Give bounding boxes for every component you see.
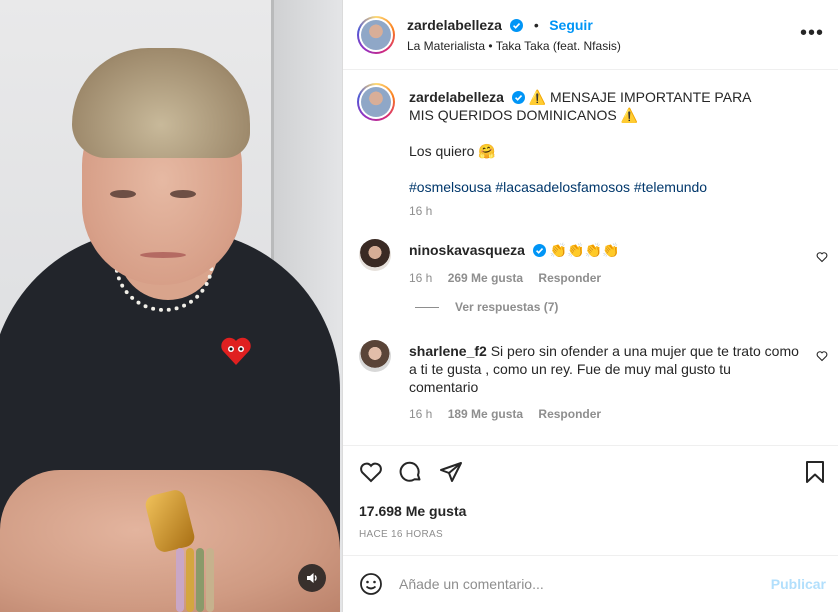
comment-timestamp[interactable]: 16 h (409, 407, 432, 421)
person-eye-left (110, 190, 136, 198)
caption-timestamp[interactable]: 16 h (409, 204, 769, 218)
publish-comment-button[interactable]: Publicar (771, 576, 826, 592)
more-options-button[interactable]: ••• (800, 23, 824, 43)
comment-likes-count[interactable]: 269 Me gusta (448, 271, 523, 285)
likes-count[interactable]: 17.698 Me gusta (359, 503, 466, 519)
reply-button[interactable]: Responder (538, 271, 601, 285)
add-comment-bar: Publicar (343, 555, 838, 612)
comments-section: zardelabelleza ⚠️ MENSAJE IMPORTANTE PAR… (343, 71, 838, 445)
save-bookmark-icon[interactable] (804, 460, 826, 484)
reply-button[interactable]: Responder (538, 407, 601, 421)
comment-input[interactable] (399, 573, 759, 595)
person-mouth (140, 252, 186, 258)
share-paper-plane-icon[interactable] (439, 460, 463, 484)
header-separator: • (533, 17, 539, 33)
caption-username[interactable]: zardelabelleza (409, 89, 504, 105)
verified-badge-icon (510, 19, 524, 32)
comment-bubble-icon[interactable] (399, 460, 423, 484)
commenter-avatar[interactable] (359, 340, 391, 372)
post-header: zardelabelleza • Seguir La Materialista … (343, 0, 838, 70)
verified-badge-icon (532, 244, 546, 257)
follow-button[interactable]: Seguir (549, 17, 593, 33)
person-eye-right (170, 190, 196, 198)
like-comment-heart-icon[interactable] (816, 251, 828, 263)
post-actions: 17.698 Me gusta HACE 16 HORAS (343, 445, 838, 555)
like-comment-heart-icon[interactable] (816, 350, 828, 362)
comment-likes-count[interactable]: 189 Me gusta (448, 407, 523, 421)
post-details-panel: zardelabelleza • Seguir La Materialista … (343, 0, 838, 612)
author-username[interactable]: zardelabelleza (407, 17, 502, 33)
view-replies-label: Ver respuestas (7) (455, 300, 559, 314)
audio-track-link[interactable]: La Materialista • Taka Taka (feat. Nfasi… (407, 39, 621, 53)
hashtag-link[interactable]: #osmelsousa (409, 179, 492, 195)
commenter-avatar[interactable] (359, 239, 391, 271)
author-avatar[interactable] (357, 16, 395, 54)
comment-item: sharlene_f2 Si pero sin ofender a una mu… (409, 342, 799, 421)
verified-badge-icon (511, 91, 525, 104)
comment-text: 👏👏👏👏 (549, 242, 620, 258)
caption: zardelabelleza ⚠️ MENSAJE IMPORTANTE PAR… (409, 88, 769, 218)
hashtag-link[interactable]: #telemundo (634, 179, 707, 195)
post-video[interactable] (0, 0, 342, 612)
caption-author-avatar[interactable] (357, 83, 395, 121)
like-heart-icon[interactable] (359, 460, 383, 484)
view-replies-button[interactable]: Ver respuestas (7) (415, 300, 558, 314)
speaker-icon (307, 573, 317, 583)
caption-hashtags: #osmelsousa #lacasadelosfamosos #telemun… (409, 178, 769, 196)
comment-username[interactable]: ninoskavasqueza (409, 242, 525, 258)
shirt-heart-logo (221, 337, 251, 365)
comment-username[interactable]: sharlene_f2 (409, 343, 487, 359)
bracelets (176, 548, 226, 612)
caption-text-line2: Los quiero 🤗 (409, 143, 496, 159)
post-timestamp[interactable]: HACE 16 HORAS (359, 529, 443, 540)
hashtag-link[interactable]: #lacasadelosfamosos (495, 179, 630, 195)
comment-item: ninoskavasqueza 👏👏👏👏 16 h 269 Me gusta R… (409, 241, 789, 285)
sound-toggle-button[interactable] (298, 564, 326, 592)
comment-timestamp[interactable]: 16 h (409, 271, 432, 285)
emoji-smiley-icon[interactable] (359, 572, 383, 596)
person-hair (72, 48, 250, 158)
replies-line (415, 306, 439, 308)
